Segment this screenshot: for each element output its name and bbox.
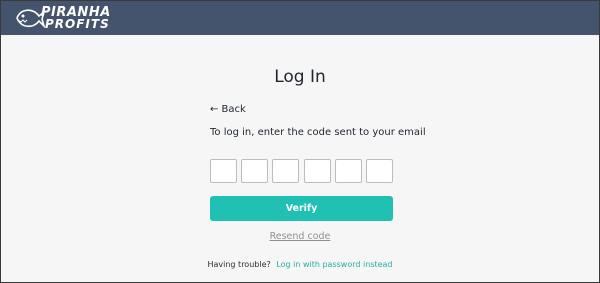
- code-digit-6[interactable]: [366, 159, 393, 183]
- instruction-text: To log in, enter the code sent to your e…: [210, 127, 426, 138]
- top-header: PIRANHA PROFITS: [1, 1, 599, 35]
- resend-row: Resend code: [1, 231, 599, 242]
- code-digit-1[interactable]: [210, 159, 237, 183]
- logo-text-profits: PROFITS: [45, 17, 110, 31]
- code-digit-5[interactable]: [335, 159, 362, 183]
- trouble-text: Having trouble?: [207, 260, 271, 269]
- page-title: Log In: [274, 67, 326, 87]
- back-link[interactable]: ← Back: [210, 104, 246, 115]
- code-digit-2[interactable]: [241, 159, 268, 183]
- code-input-group: [210, 159, 393, 183]
- password-login-link[interactable]: Log in with password instead: [276, 260, 392, 269]
- code-digit-4[interactable]: [304, 159, 331, 183]
- verify-button[interactable]: Verify: [210, 196, 393, 221]
- resend-code-link[interactable]: Resend code: [270, 231, 331, 242]
- brand-logo[interactable]: PIRANHA PROFITS: [15, 4, 115, 32]
- page-frame: PIRANHA PROFITS Log In ← Back To log in,…: [0, 0, 600, 283]
- code-digit-3[interactable]: [272, 159, 299, 183]
- trouble-row: Having trouble? Log in with password ins…: [1, 260, 599, 269]
